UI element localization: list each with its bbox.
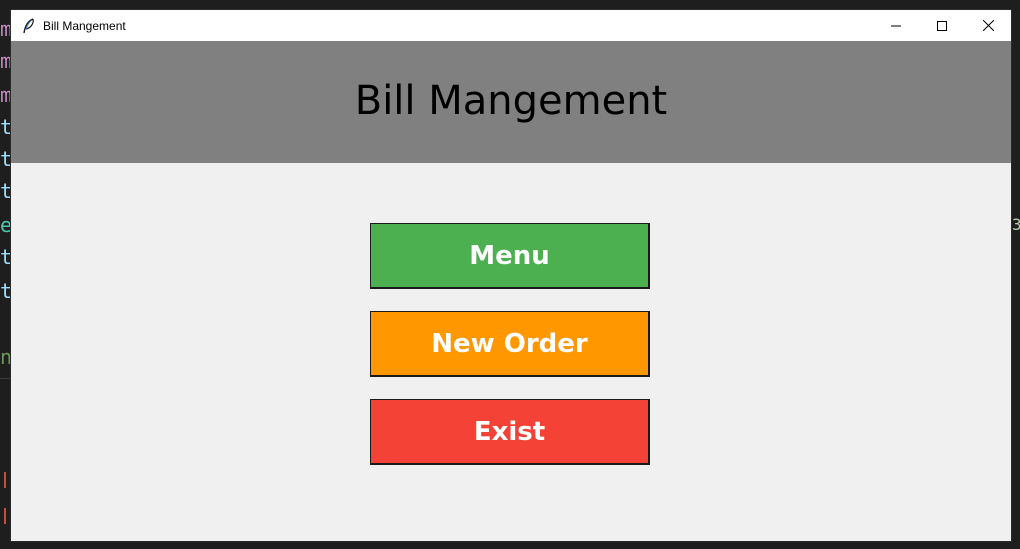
window-controls <box>873 10 1011 41</box>
new-order-button[interactable]: New Order <box>370 311 650 377</box>
close-button[interactable] <box>965 10 1011 41</box>
app-header: Bill Mangement <box>11 41 1011 163</box>
feather-icon <box>21 17 37 34</box>
code-fragment: 3 <box>1012 215 1020 234</box>
page-title: Bill Mangement <box>354 78 668 124</box>
minimize-button[interactable] <box>873 10 919 41</box>
maximize-icon <box>937 16 947 35</box>
minimize-icon <box>891 16 901 35</box>
close-icon <box>982 16 994 35</box>
window-title: Bill Mangement <box>43 18 126 33</box>
maximize-button[interactable] <box>919 10 965 41</box>
menu-button[interactable]: Menu <box>370 223 650 289</box>
exist-button[interactable]: Exist <box>370 399 650 465</box>
window-titlebar[interactable]: Bill Mangement <box>11 10 1011 41</box>
app-window: Bill Mangement Bill Mangement Menu New O… <box>11 10 1011 541</box>
